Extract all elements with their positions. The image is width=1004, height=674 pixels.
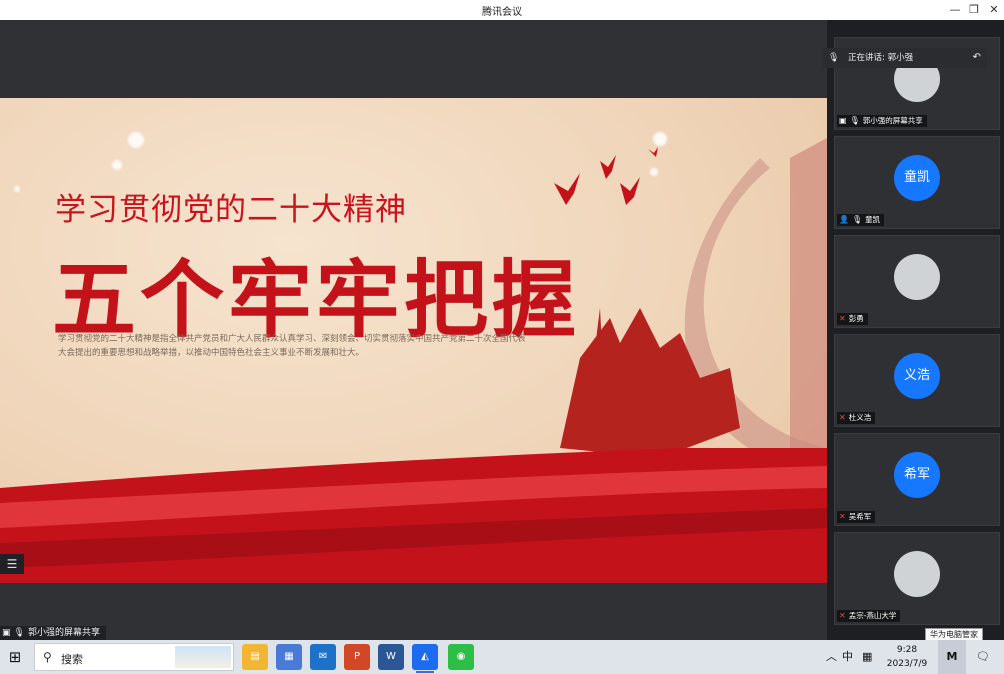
ime-mode-icon[interactable]: ▦ — [862, 640, 872, 674]
mail-icon[interactable]: ✉ — [310, 644, 336, 670]
mic-icon: 🎙 — [851, 215, 863, 224]
participant-tile[interactable]: ✕ 彭勇 — [834, 235, 1000, 328]
bokeh-light — [112, 160, 122, 170]
host-icon: 👤 — [839, 215, 849, 224]
word-icon[interactable]: W — [378, 644, 404, 670]
slide-list-button[interactable]: ☰ — [0, 554, 24, 574]
microsoft-store-icon[interactable]: ▦ — [276, 644, 302, 670]
search-placeholder: 搜索 — [61, 653, 83, 666]
screen-share-label-text: 郭小强的屏幕共享 — [27, 628, 100, 638]
participant-avatar — [894, 551, 940, 597]
participant-name-label: ▣ 🎙 郭小强的屏幕共享 — [837, 115, 927, 127]
minimize-button[interactable]: — — [946, 2, 964, 18]
title-bar: 腾讯会议 — ❐ ✕ — [0, 0, 1004, 20]
taskbar-search[interactable]: ⚲ 搜索 — [34, 643, 234, 671]
mic-icon: 🎙 — [849, 116, 860, 125]
participant-name: 孟宗-燕山大学 — [848, 611, 897, 620]
participant-name: 吴希军 — [848, 512, 872, 521]
presentation-slide: 学习贯彻党的二十大精神 五个牢牢把握 学习贯彻党的二十大精神是指全体共产党员和广… — [0, 98, 827, 583]
mic-muted-icon: ✕ — [839, 512, 846, 521]
participant-name: 彭勇 — [848, 314, 864, 323]
bokeh-light — [128, 132, 144, 148]
huawei-pc-manager-icon[interactable]: M — [938, 640, 966, 674]
mic-muted-icon: ✕ — [839, 314, 846, 323]
participant-avatar: 希军 — [894, 452, 940, 498]
participant-tile[interactable]: 义浩 ✕ 杜义浩 — [834, 334, 1000, 427]
search-highlight-image — [175, 646, 231, 668]
system-clock[interactable]: 9:28 2023/7/9 — [884, 643, 930, 671]
speaking-indicator: 🎙 正在讲话: 郭小强 ↶ — [822, 48, 987, 68]
tencent-meeting-icon[interactable]: ◭ — [412, 644, 438, 673]
show-hidden-icons-button[interactable]: ︿ — [826, 640, 837, 674]
participant-panel: ▣ 🎙 郭小强的屏幕共享 童凯 👤 🎙 童凯 ✕ 彭勇 义浩 ✕ 杜义浩 希军 … — [827, 20, 1004, 640]
mic-muted-icon: ✕ — [839, 413, 846, 422]
search-icon: ⚲ — [43, 650, 52, 664]
bokeh-light — [14, 186, 20, 192]
participant-name-label: 👤 🎙 童凯 — [837, 214, 885, 226]
participant-avatar: 义浩 — [894, 353, 940, 399]
shared-screen-area: 学习贯彻党的二十大精神 五个牢牢把握 学习贯彻党的二十大精神是指全体共产党员和广… — [0, 20, 827, 640]
participant-name-label: ✕ 吴希军 — [837, 511, 876, 523]
mic-icon: 🎙 — [13, 628, 25, 638]
participant-tile[interactable]: 希军 ✕ 吴希军 — [834, 433, 1000, 526]
participant-tile[interactable]: 童凯 👤 🎙 童凯 — [834, 136, 1000, 229]
red-ribbon-graphic — [0, 448, 827, 583]
windows-start-button[interactable]: ⊞ — [6, 648, 24, 666]
screen-share-icon: ▣ — [2, 628, 11, 638]
participant-avatar: 童凯 — [894, 155, 940, 201]
clock-time: 9:28 — [896, 645, 918, 655]
participant-name: 童凯 — [865, 215, 881, 224]
notification-center-icon[interactable]: 🗨 — [976, 640, 990, 674]
slide-subtitle: 学习贯彻党的二十大精神 — [55, 192, 407, 228]
window-title: 腾讯会议 — [482, 7, 522, 18]
participant-avatar — [894, 254, 940, 300]
mic-muted-icon: ✕ — [839, 611, 846, 620]
speaking-label: 正在讲话: 郭小强 — [848, 53, 914, 63]
taskbar: ⊞ ⚲ 搜索 ▤ ▦ ✉ P W ◭ ◉ ︿ 中 ▦ 9:28 2023/7/9… — [0, 640, 1004, 674]
screen-share-icon: ▣ — [839, 116, 847, 125]
participant-name-label: ✕ 孟宗-燕山大学 — [837, 610, 901, 622]
participant-name: 郭小强的屏幕共享 — [862, 116, 923, 125]
mic-icon: 🎙 — [828, 53, 840, 63]
restore-button[interactable]: ❐ — [965, 2, 983, 18]
close-button[interactable]: ✕ — [985, 2, 1003, 18]
participant-name-label: ✕ 彭勇 — [837, 313, 868, 325]
wechat-icon[interactable]: ◉ — [448, 644, 474, 670]
screen-share-label: ▣ 🎙 郭小强的屏幕共享 — [0, 626, 106, 640]
participant-name: 杜义浩 — [848, 413, 872, 422]
ime-indicator[interactable]: 中 — [842, 640, 853, 674]
collapse-arrow-icon[interactable]: ↶ — [973, 48, 981, 68]
clock-date: 2023/7/9 — [886, 659, 928, 669]
participant-name-label: ✕ 杜义浩 — [837, 412, 876, 424]
participant-tile[interactable]: ✕ 孟宗-燕山大学 — [834, 532, 1000, 625]
powerpoint-icon[interactable]: P — [344, 644, 370, 670]
slide-body-text: 学习贯彻党的二十大精神是指全体共产党员和广大人民群众认真学习、深刻领会、切实贯彻… — [58, 334, 526, 358]
file-explorer-icon[interactable]: ▤ — [242, 644, 268, 670]
